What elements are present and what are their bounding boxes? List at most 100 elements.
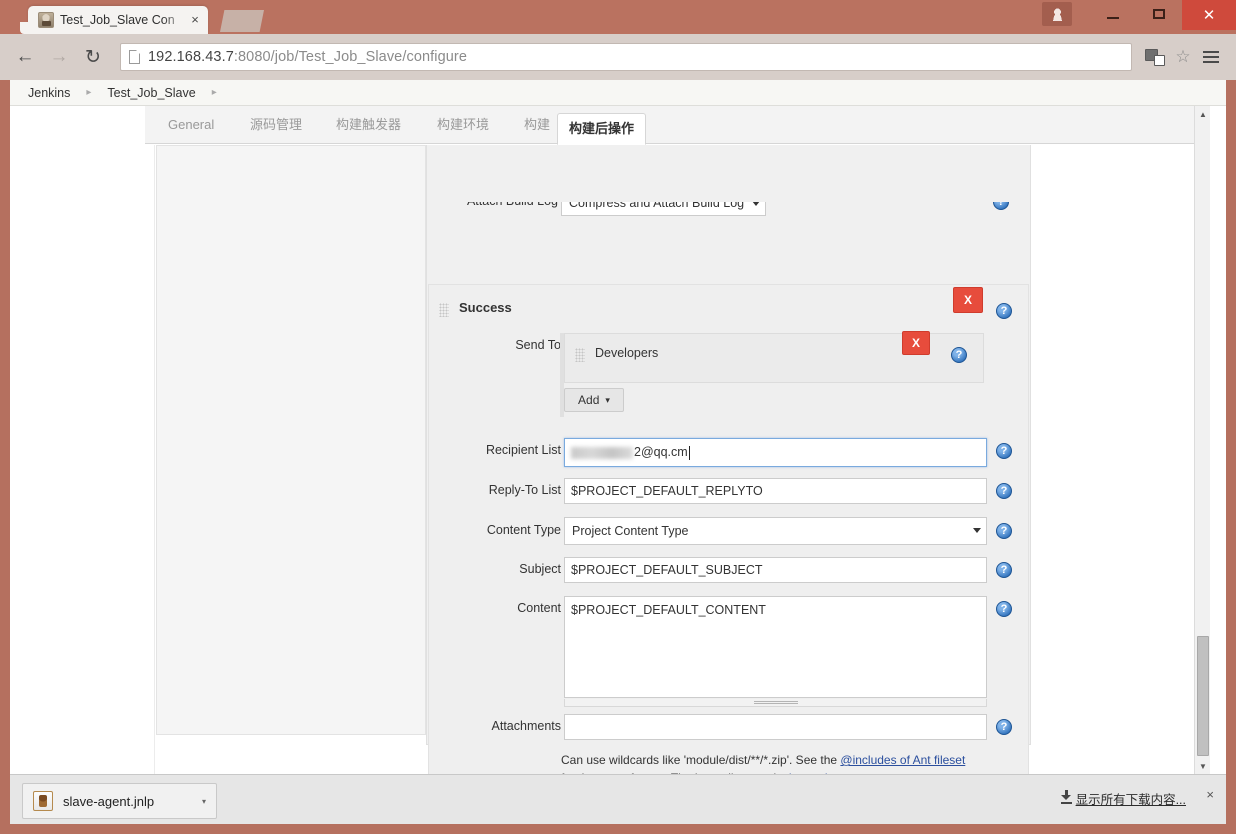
delete-trigger-button[interactable]: X xyxy=(953,287,983,313)
send-to-label: Send To xyxy=(515,338,561,352)
breadcrumb-item-jenkins[interactable]: Jenkins xyxy=(24,86,74,100)
close-window-button[interactable]: ✕ xyxy=(1182,0,1236,30)
reload-button[interactable]: ↻ xyxy=(78,42,108,72)
drag-handle-icon[interactable] xyxy=(575,348,585,362)
add-button-label: Add xyxy=(578,393,600,407)
breadcrumb-item-job[interactable]: Test_Job_Slave xyxy=(103,86,199,100)
page-viewport: General 源码管理 构建触发器 构建环境 构建 构建后操作 Attach … xyxy=(10,106,1226,774)
attach-build-log-label-clipped: Attach Build Log xyxy=(426,202,558,208)
content-type-value: Project Content Type xyxy=(572,524,689,538)
drag-handle-icon[interactable] xyxy=(439,303,449,317)
help-icon[interactable]: ? xyxy=(996,303,1012,319)
reply-to-list-input[interactable]: $PROJECT_DEFAULT_REPLYTO xyxy=(564,478,987,504)
back-button[interactable]: ← xyxy=(10,42,40,72)
tab-build[interactable]: 构建 xyxy=(513,114,561,144)
send-to-list: Developers X xyxy=(564,331,984,383)
jenkins-favicon-icon xyxy=(38,12,54,28)
scroll-up-arrow-icon[interactable]: ▲ xyxy=(1195,106,1211,122)
forward-button[interactable]: → xyxy=(44,42,74,72)
maximize-icon xyxy=(1153,9,1165,19)
add-recipient-button[interactable]: Add ▾ xyxy=(564,388,624,412)
success-title: Success xyxy=(459,300,512,315)
download-file-name: slave-agent.jnlp xyxy=(63,793,155,809)
attachments-label: Attachments xyxy=(491,719,561,733)
subject-label: Subject xyxy=(519,562,561,576)
delete-recipient-button[interactable]: X xyxy=(902,331,930,355)
help-icon[interactable]: ? xyxy=(996,562,1012,578)
address-bar-text: 192.168.43.7:8080/job/Test_Job_Slave/con… xyxy=(148,49,467,65)
url-host: 192.168.43.7 xyxy=(148,49,234,65)
page-scrollbar[interactable]: ▲ ▼ xyxy=(1194,106,1210,774)
minimize-icon xyxy=(1107,17,1119,19)
tab-general[interactable]: General xyxy=(157,114,225,144)
help-icon[interactable]: ? xyxy=(996,523,1012,539)
breadcrumb-separator-icon: ▸ xyxy=(86,87,92,98)
recipient-list-input[interactable]: 2@qq.cm xyxy=(564,438,987,467)
subject-input[interactable]: $PROJECT_DEFAULT_SUBJECT xyxy=(564,557,987,583)
close-download-bar-icon[interactable]: × xyxy=(1206,787,1214,802)
hamburger-menu-icon xyxy=(1203,51,1219,63)
send-to-entry-name: Developers xyxy=(595,346,659,360)
recipient-list-value: 2@qq.cm xyxy=(634,445,688,459)
content-textarea[interactable]: $PROJECT_DEFAULT_CONTENT xyxy=(564,596,987,698)
user-profile-button[interactable] xyxy=(1042,2,1072,26)
chevron-down-icon xyxy=(973,528,981,533)
help-icon[interactable]: ? xyxy=(996,719,1012,735)
reply-to-list-label: Reply-To List xyxy=(488,483,561,497)
redacted-text xyxy=(571,446,633,459)
breadcrumb-separator-icon: ▸ xyxy=(211,87,217,98)
close-icon[interactable]: × xyxy=(188,13,202,27)
jnlp-file-icon xyxy=(33,791,53,811)
resize-grip-icon xyxy=(753,701,798,704)
tab-build-triggers[interactable]: 构建触发器 xyxy=(325,114,412,144)
help-icon[interactable]: ? xyxy=(993,202,1009,210)
content-type-select[interactable]: Project Content Type xyxy=(564,517,987,545)
jenkins-configure-page: General 源码管理 构建触发器 构建环境 构建 构建后操作 Attach … xyxy=(10,106,1210,774)
help-icon[interactable]: ? xyxy=(996,483,1012,499)
text-caret xyxy=(688,445,690,460)
browser-menu-button[interactable] xyxy=(1198,44,1224,70)
page-info-icon xyxy=(129,50,140,64)
translate-button[interactable] xyxy=(1142,44,1168,70)
download-arrow-icon xyxy=(1061,790,1072,804)
attachments-input[interactable] xyxy=(564,714,987,740)
help-icon[interactable]: ? xyxy=(996,443,1012,459)
scroll-down-arrow-icon[interactable]: ▼ xyxy=(1195,758,1211,774)
ant-fileset-link[interactable]: @includes of Ant fileset xyxy=(840,753,965,767)
download-item[interactable]: slave-agent.jnlp ▾ xyxy=(22,783,217,819)
textarea-resize-handle[interactable] xyxy=(564,699,987,707)
browser-window: Test_Job_Slave Con × ✕ ← → ↻ 192.168.43.… xyxy=(0,0,1236,834)
minimize-button[interactable] xyxy=(1090,0,1136,28)
browser-tab[interactable]: Test_Job_Slave Con × xyxy=(20,6,208,34)
browser-toolbar: ← → ↻ 192.168.43.7:8080/job/Test_Job_Sla… xyxy=(0,34,1236,80)
help-text-part1: Can use wildcards like 'module/dist/**/*… xyxy=(561,753,841,767)
content-label: Content xyxy=(517,601,561,615)
bookmark-star-icon[interactable]: ☆ xyxy=(1170,44,1196,70)
attach-build-log-value-clipped: Compress and Attach Build Log xyxy=(569,202,745,210)
attach-build-log-row-clipped: Attach Build Log Compress and Attach Bui… xyxy=(426,202,1031,220)
chevron-down-icon[interactable]: ▾ xyxy=(196,797,212,806)
attachments-help-text: Can use wildcards like 'module/dist/**/*… xyxy=(561,751,981,774)
tab-source-management[interactable]: 源码管理 xyxy=(239,114,313,144)
maximize-button[interactable] xyxy=(1136,0,1182,28)
chevron-down-icon: ▾ xyxy=(605,394,610,405)
browser-tab-title: Test_Job_Slave Con xyxy=(60,13,175,27)
breadcrumb: Jenkins ▸ Test_Job_Slave ▸ xyxy=(10,80,1226,106)
sidebar-panel xyxy=(156,145,426,735)
tab-build-environment[interactable]: 构建环境 xyxy=(426,114,500,144)
address-bar[interactable]: 192.168.43.7:8080/job/Test_Job_Slave/con… xyxy=(120,43,1132,71)
tab-post-build-actions[interactable]: 构建后操作 xyxy=(557,113,647,145)
success-trigger-panel: Success X ? Send To Developers X ? Add ▾ xyxy=(428,284,1029,774)
help-icon[interactable]: ? xyxy=(996,601,1012,617)
window-controls: ✕ xyxy=(1042,0,1236,32)
help-icon[interactable]: ? xyxy=(951,347,967,363)
new-tab-button[interactable] xyxy=(220,10,264,32)
attach-build-log-select-clipped[interactable]: Compress and Attach Build Log xyxy=(561,202,766,216)
page-left-rail xyxy=(145,145,155,774)
toolbar-icon-group: ☆ xyxy=(1140,44,1228,70)
show-all-downloads-link[interactable]: 显示所有下载内容... xyxy=(1076,789,1186,808)
download-bar: slave-agent.jnlp ▾ 显示所有下载内容... × xyxy=(10,774,1226,824)
content-type-label: Content Type xyxy=(486,523,561,537)
recipient-list-label: Recipient List xyxy=(485,443,561,457)
scrollbar-thumb[interactable] xyxy=(1197,636,1209,756)
